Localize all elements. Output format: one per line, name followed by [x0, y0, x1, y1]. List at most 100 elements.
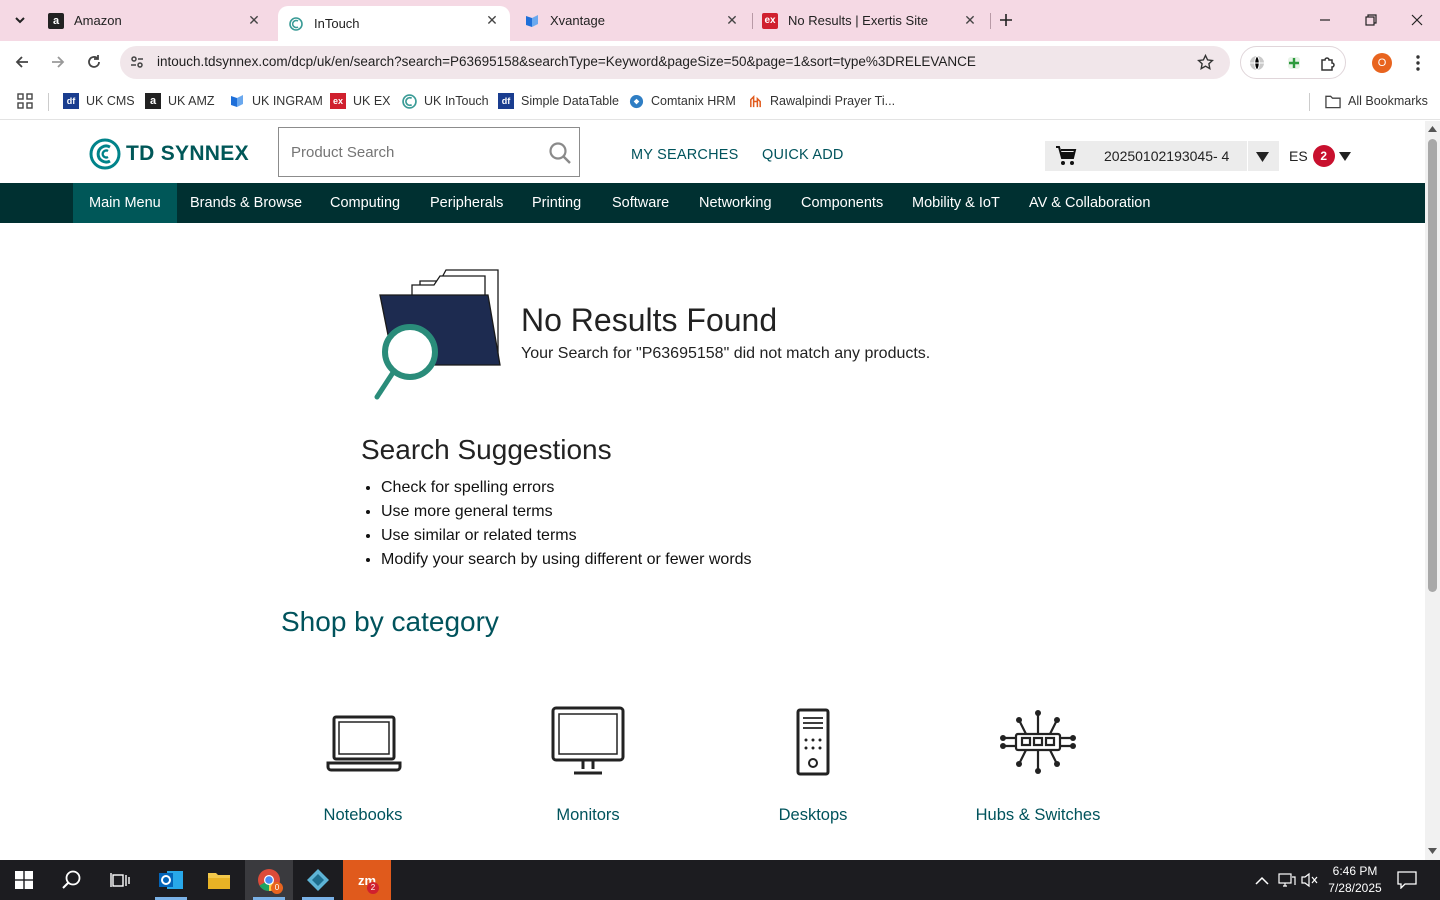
- close-icon[interactable]: ✕: [246, 12, 262, 28]
- category-label[interactable]: Notebooks: [263, 806, 463, 825]
- tab-exertis[interactable]: ex No Results | Exertis Site ✕: [754, 0, 988, 41]
- quick-add-link[interactable]: QUICK ADD: [762, 147, 844, 163]
- bookmark-uk-ex[interactable]: ex UK EX: [330, 91, 391, 111]
- cart-selector[interactable]: 20250102193045- 4: [1045, 141, 1279, 171]
- cart-dropdown-chevron-icon[interactable]: [1255, 150, 1270, 168]
- close-window-button[interactable]: [1394, 0, 1440, 40]
- profile-avatar[interactable]: O: [1372, 53, 1392, 73]
- bookmark-simple-datatable[interactable]: df Simple DataTable: [498, 91, 619, 111]
- arrow-left-icon: [15, 56, 28, 68]
- tab-amazon[interactable]: a Amazon ✕: [40, 0, 272, 41]
- chevron-up-icon[interactable]: [1255, 873, 1269, 891]
- nav-networking[interactable]: Networking: [699, 183, 772, 223]
- puzzle-icon[interactable]: [1319, 54, 1337, 77]
- notification-badge: 2: [1312, 145, 1335, 167]
- tab-xvantage[interactable]: Xvantage ✕: [514, 0, 750, 41]
- td-synnex-logo-icon: [89, 138, 121, 170]
- minimize-button[interactable]: [1302, 0, 1348, 40]
- suggestion-item: Use similar or related terms: [381, 527, 752, 545]
- url-text[interactable]: intouch.tdsynnex.com/dcp/uk/en/search?se…: [157, 54, 976, 69]
- close-icon[interactable]: ✕: [962, 12, 978, 28]
- bookmark-rawalpindi-prayer[interactable]: Rawalpindi Prayer Ti...: [747, 91, 895, 111]
- folder-icon: [208, 873, 230, 889]
- nav-peripherals[interactable]: Peripherals: [430, 183, 503, 223]
- product-search-input[interactable]: [291, 142, 541, 162]
- tab-title: Xvantage: [550, 13, 605, 28]
- page-scrollbar[interactable]: [1425, 121, 1440, 860]
- product-search-box[interactable]: [278, 127, 580, 177]
- forward-button[interactable]: [43, 47, 73, 77]
- desktop-tower-icon: [796, 708, 830, 776]
- caret-down-icon: [1338, 151, 1351, 161]
- intouch-icon: [288, 16, 304, 32]
- nav-av-collaboration[interactable]: AV & Collaboration: [1029, 183, 1150, 223]
- all-bookmarks[interactable]: All Bookmarks: [1325, 91, 1428, 111]
- nav-software[interactable]: Software: [612, 183, 669, 223]
- bookmark-comtanix-hrm[interactable]: Comtanix HRM: [628, 91, 736, 111]
- chrome-app[interactable]: 0: [245, 860, 293, 900]
- start-button[interactable]: [0, 860, 48, 900]
- menu-kebab-icon[interactable]: [1410, 53, 1426, 73]
- address-bar[interactable]: intouch.tdsynnex.com/dcp/uk/en/search?se…: [120, 46, 1230, 79]
- nav-printing[interactable]: Printing: [532, 183, 581, 223]
- search-suggestions-title: Search Suggestions: [361, 434, 612, 465]
- scroll-up-icon[interactable]: [1428, 125, 1437, 132]
- bookmark-uk-cms[interactable]: df UK CMS: [63, 91, 135, 111]
- scroll-down-icon[interactable]: [1428, 848, 1437, 855]
- amazon-icon: a: [145, 93, 161, 109]
- nav-components[interactable]: Components: [801, 183, 883, 223]
- bookmark-star-icon[interactable]: [1197, 53, 1214, 76]
- close-icon: [1411, 14, 1423, 26]
- zoom-app[interactable]: zm 2: [343, 860, 391, 900]
- bookmark-uk-amz[interactable]: a UK AMZ: [145, 91, 215, 111]
- folder-magnifier-illustration: [374, 269, 501, 400]
- category-label[interactable]: Hubs & Switches: [938, 806, 1138, 825]
- nav-mobility-iot[interactable]: Mobility & IoT: [912, 183, 1000, 223]
- tab-search-button[interactable]: [4, 6, 36, 34]
- apps-grid-icon[interactable]: [17, 93, 33, 114]
- notifications-icon[interactable]: [1397, 871, 1417, 894]
- search-taskbar-button[interactable]: [48, 860, 96, 900]
- reload-button[interactable]: [79, 47, 109, 77]
- intouch-icon: [401, 93, 417, 109]
- volume-muted-icon[interactable]: [1301, 872, 1319, 893]
- nav-brands-browse[interactable]: Brands & Browse: [190, 183, 302, 223]
- cart-icon[interactable]: [1055, 145, 1077, 172]
- file-explorer-app[interactable]: [195, 860, 243, 900]
- bookmark-uk-intouch[interactable]: UK InTouch: [401, 91, 489, 111]
- nav-main-menu[interactable]: Main Menu: [73, 183, 177, 223]
- cart-id: 20250102193045- 4: [1104, 148, 1230, 164]
- suggestion-item: Use more general terms: [381, 503, 752, 521]
- main-navigation: Main Menu Brands & Browse Computing Peri…: [0, 183, 1425, 223]
- kodi-app[interactable]: [294, 860, 342, 900]
- new-tab-button[interactable]: [990, 0, 1022, 40]
- scrollbar-thumb[interactable]: [1428, 139, 1437, 592]
- outlook-app[interactable]: [147, 860, 195, 900]
- my-searches-link[interactable]: MY SEARCHES: [631, 147, 739, 163]
- extension-plus-icon[interactable]: [1285, 54, 1303, 77]
- restore-icon: [1365, 14, 1377, 26]
- no-results-title: No Results Found: [521, 302, 778, 338]
- tab-intouch[interactable]: InTouch ✕: [278, 6, 510, 41]
- nav-computing[interactable]: Computing: [330, 183, 400, 223]
- suggestions-list: Check for spelling errors Use more gener…: [381, 479, 752, 575]
- category-label[interactable]: Desktops: [713, 806, 913, 825]
- site-info-icon[interactable]: [129, 54, 145, 75]
- close-icon[interactable]: ✕: [484, 12, 500, 28]
- task-view-button[interactable]: [96, 860, 144, 900]
- globe-icon[interactable]: [1248, 54, 1266, 77]
- bookmark-uk-ingram[interactable]: UK INGRAM: [229, 91, 323, 111]
- xvantage-icon: [524, 13, 540, 29]
- plus-icon: [1000, 14, 1012, 26]
- restore-button[interactable]: [1348, 0, 1394, 40]
- user-menu[interactable]: ES 2: [1289, 144, 1351, 168]
- network-icon[interactable]: [1278, 872, 1296, 893]
- datatable-icon: df: [498, 93, 514, 109]
- back-button[interactable]: [7, 47, 37, 77]
- close-icon[interactable]: ✕: [724, 12, 740, 28]
- td-synnex-logo[interactable]: TD SYNNEX: [89, 138, 249, 170]
- search-icon[interactable]: [548, 141, 572, 170]
- category-label[interactable]: Monitors: [488, 806, 688, 825]
- system-clock[interactable]: 6:46 PM 7/28/2025: [1326, 863, 1384, 897]
- monitor-icon: [551, 706, 625, 775]
